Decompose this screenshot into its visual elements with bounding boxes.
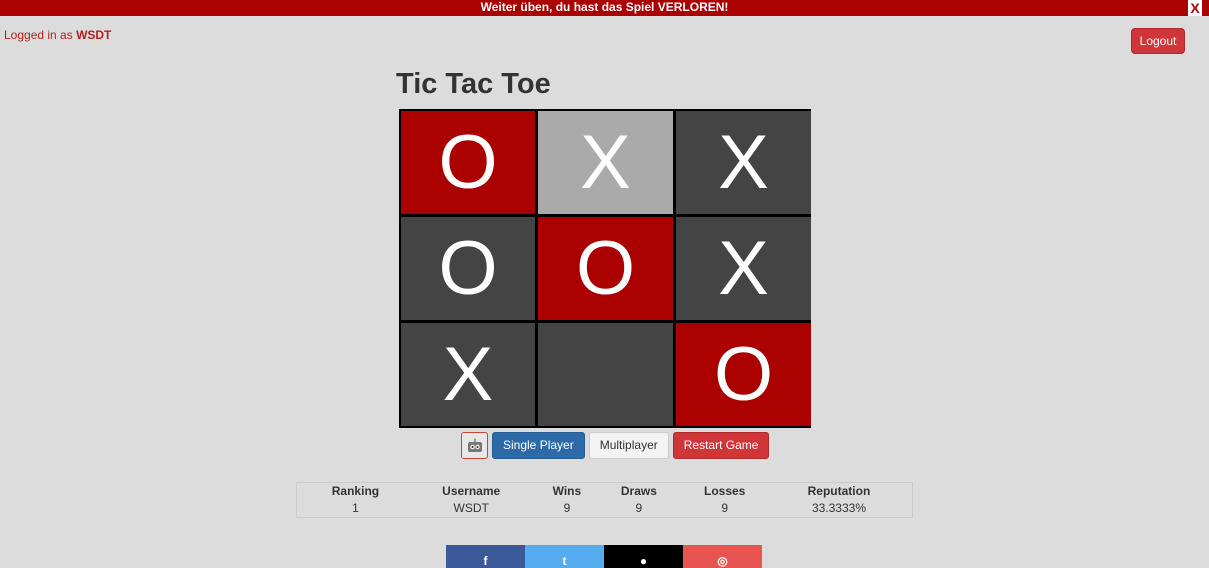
column-header: Wins (534, 483, 599, 500)
instagram-icon: ◎ (717, 554, 728, 568)
github-button[interactable]: ● (604, 545, 683, 568)
board-cell[interactable]: O (401, 111, 535, 214)
table-cell: 9 (534, 499, 599, 516)
status-banner: Weiter üben, du hast das Spiel VERLOREN!… (0, 0, 1209, 16)
board-cell[interactable]: O (401, 217, 535, 320)
column-header: Username (406, 483, 535, 500)
login-status: Logged in as WSDT (4, 28, 111, 42)
instagram-button[interactable]: ◎ (683, 545, 762, 568)
login-prefix: Logged in as (4, 28, 77, 42)
column-header: Ranking (304, 483, 408, 500)
table-cell: 9 (678, 499, 771, 516)
username: WSDT (76, 28, 112, 42)
twitter-icon: t (562, 554, 567, 568)
game-controls: Single Player Multiplayer Restart Game (461, 432, 770, 459)
board-cell[interactable]: O (676, 323, 811, 426)
table-cell: WSDT (406, 499, 535, 516)
facebook-icon: f (483, 554, 488, 568)
game-board: O X X O O X X O (399, 109, 811, 428)
board-cell[interactable]: X (676, 111, 811, 214)
board-cell[interactable] (538, 323, 673, 426)
banner-message: Weiter üben, du hast das Spiel VERLOREN! (480, 0, 729, 14)
restart-game-button[interactable]: Restart Game (672, 432, 770, 459)
table-cell: 9 (598, 499, 679, 516)
stats-panel: Ranking Username Wins Draws Losses Reput… (296, 482, 913, 518)
column-header: Draws (598, 483, 679, 500)
board-cell[interactable]: X (676, 217, 811, 320)
board-cell[interactable]: X (401, 323, 535, 426)
page-title: Tic Tac Toe (396, 68, 551, 100)
table-header-row: Ranking Username Wins Draws Losses Reput… (304, 483, 907, 500)
board-cell[interactable]: O (538, 217, 673, 320)
board-cell[interactable]: X (538, 111, 673, 214)
column-header: Losses (678, 483, 771, 500)
facebook-button[interactable]: f (446, 545, 525, 568)
ai-toggle-button[interactable] (461, 432, 488, 459)
multiplayer-button[interactable]: Multiplayer (588, 432, 669, 459)
column-header: Reputation (769, 483, 907, 500)
github-icon: ● (639, 554, 648, 568)
stats-table: Ranking Username Wins Draws Losses Reput… (304, 483, 907, 516)
twitter-button[interactable]: t (525, 545, 604, 568)
single-player-button[interactable]: Single Player (492, 432, 585, 459)
table-row: 1 WSDT 9 9 9 33.3333% (304, 499, 907, 516)
social-links: f t ● ◎ (446, 545, 762, 568)
table-cell: 33.3333% (769, 499, 907, 516)
table-cell: 1 (352, 501, 359, 515)
robot-icon (467, 438, 482, 452)
close-banner-button[interactable]: X (1188, 0, 1202, 16)
logout-button[interactable]: Logout (1131, 28, 1185, 54)
